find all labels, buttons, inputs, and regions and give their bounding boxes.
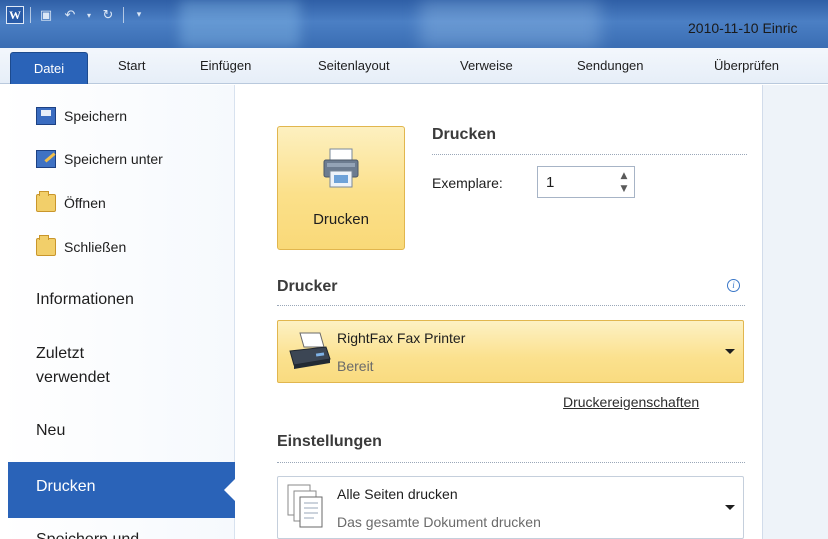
tab-datei[interactable]: Datei: [10, 52, 88, 84]
nav-speichern-unter[interactable]: Speichern unter: [36, 150, 163, 168]
nav-zuletzt-line2: verwendet: [36, 369, 110, 386]
increment-icon[interactable]: ▲: [618, 170, 630, 182]
tab-einfuegen[interactable]: Einfügen: [200, 58, 251, 73]
nav-neu[interactable]: Neu: [36, 419, 65, 443]
nav-informationen[interactable]: Informationen: [36, 288, 134, 312]
print-heading: Drucken: [432, 126, 497, 143]
nav-speichern-unter-label: Speichern unter: [64, 151, 163, 167]
copies-value: 1: [546, 174, 555, 191]
printer-heading: Drucker: [277, 278, 338, 295]
printer-properties-link[interactable]: Druckereigenschaften: [563, 394, 699, 410]
active-tab-arrow: [224, 478, 236, 502]
nav-speichern-und-senden[interactable]: Speichern und: [36, 528, 139, 539]
chevron-down-icon: [725, 505, 735, 510]
settings-heading: Einstellungen: [277, 433, 382, 450]
undo-icon[interactable]: ↶: [61, 6, 79, 24]
chevron-down-icon: [725, 349, 735, 354]
copies-label: Exemplare:: [432, 175, 503, 191]
copies-stepper[interactable]: 1 ▲ ▼: [537, 166, 635, 198]
tab-seitenlayout[interactable]: Seitenlayout: [318, 58, 390, 73]
toolbar-separator: [123, 7, 124, 23]
pages-description: Das gesamte Dokument drucken: [337, 514, 541, 530]
decrement-icon[interactable]: ▼: [618, 183, 630, 195]
undo-dropdown-icon[interactable]: ▾: [85, 6, 93, 24]
tab-start[interactable]: Start: [118, 58, 145, 73]
open-folder-icon: [36, 191, 56, 212]
pages-icon: [287, 484, 323, 528]
fax-printer-icon: [289, 332, 331, 369]
heading-divider: [432, 154, 747, 155]
ribbon-tabs: Datei Start Einfügen Seitenlayout Verwei…: [0, 48, 828, 84]
nav-drucken[interactable]: Drucken: [8, 462, 236, 518]
nav-oeffnen[interactable]: Öffnen: [36, 191, 106, 212]
print-button-label: Drucken: [313, 211, 369, 228]
toolbar-separator: [30, 7, 31, 23]
nav-oeffnen-label: Öffnen: [64, 195, 106, 211]
nav-drucken-label: Drucken: [36, 478, 96, 495]
printer-name: RightFax Fax Printer: [337, 330, 466, 346]
printer-icon: [323, 148, 359, 188]
tab-ueberpruefen[interactable]: Überprüfen: [714, 58, 779, 73]
pages-dropdown[interactable]: Alle Seiten drucken Das gesamte Dokument…: [277, 476, 744, 539]
save-as-icon: [36, 150, 56, 168]
document-title: 2010-11-10 Einric: [688, 20, 798, 36]
nav-schliessen-label: Schließen: [64, 239, 127, 255]
nav-zuletzt-line1: Zuletzt: [36, 345, 85, 362]
title-bar-glass: [420, 0, 600, 48]
nav-speichern-label: Speichern: [64, 108, 128, 124]
print-button[interactable]: Drucken: [277, 126, 405, 250]
nav-zuletzt-verwendet[interactable]: Zuletzt verwendet: [36, 342, 110, 390]
close-folder-icon: [36, 235, 56, 256]
title-bar: W ▣ ↶ ▾ ↻ ▾ 2010-11-10 Einric: [0, 0, 828, 48]
nav-schliessen[interactable]: Schließen: [36, 235, 127, 256]
info-icon[interactable]: i: [727, 279, 740, 292]
settings-divider: [277, 462, 745, 463]
preview-pane: [762, 85, 828, 539]
tab-sendungen[interactable]: Sendungen: [577, 58, 644, 73]
save-icon[interactable]: ▣: [37, 6, 55, 24]
nav-speichern[interactable]: Speichern: [36, 107, 127, 125]
customize-toolbar-icon[interactable]: ▾: [130, 6, 148, 24]
pages-option: Alle Seiten drucken: [337, 486, 458, 502]
save-icon: [36, 107, 56, 125]
printer-dropdown[interactable]: RightFax Fax Printer Bereit: [277, 320, 744, 383]
redo-icon[interactable]: ↻: [99, 6, 117, 24]
tab-verweise[interactable]: Verweise: [460, 58, 513, 73]
printer-status: Bereit: [337, 358, 374, 374]
printer-divider: [277, 305, 745, 306]
title-bar-glass: [180, 0, 300, 48]
word-app-icon[interactable]: W: [6, 6, 24, 24]
quick-access-toolbar: W ▣ ↶ ▾ ↻ ▾: [6, 6, 148, 24]
